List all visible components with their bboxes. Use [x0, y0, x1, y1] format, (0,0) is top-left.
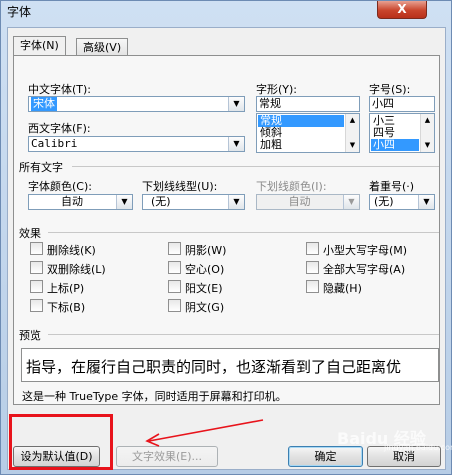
annotation-arrow-icon	[145, 419, 264, 447]
watermark-url: jingyan.baidu.com	[384, 443, 452, 452]
font-dialog: 字体 X 字体(N) 高级(V) 中文字体(T): 宋体 ▼ 西文字体(F): …	[0, 0, 452, 475]
